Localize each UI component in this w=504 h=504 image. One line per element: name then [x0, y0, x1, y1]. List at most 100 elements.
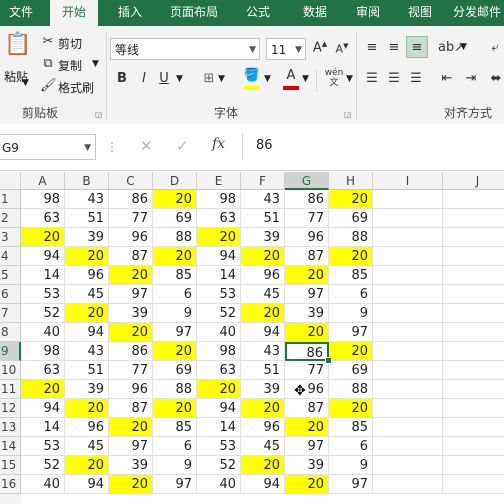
orientation-icon[interactable]: ab↗ — [438, 40, 465, 55]
row-header[interactable]: 14 — [0, 437, 21, 456]
row-header[interactable]: 9 — [0, 342, 21, 361]
cell-D6[interactable]: 6 — [153, 285, 197, 304]
cell-A14[interactable]: 53 — [21, 437, 65, 456]
paste-dropdown-icon[interactable]: ▼ — [22, 78, 29, 88]
cancel-icon[interactable]: ✕ — [140, 137, 153, 155]
row-header[interactable]: 11 — [0, 380, 21, 399]
cell-I2[interactable] — [373, 209, 443, 228]
column-header[interactable]: B — [65, 172, 109, 190]
cell-I10[interactable] — [373, 361, 443, 380]
cell-J11[interactable] — [443, 380, 504, 399]
border-icon[interactable]: ⊞ — [200, 71, 218, 86]
row-header[interactable]: 2 — [0, 209, 21, 228]
cell-G1[interactable]: 86 — [285, 190, 329, 209]
cell-F14[interactable]: 45 — [241, 437, 285, 456]
cell-C7[interactable]: 39 — [109, 304, 153, 323]
cell-F5[interactable]: 96 — [241, 266, 285, 285]
column-header[interactable]: A — [21, 172, 65, 190]
cell-G12[interactable]: 87 — [285, 399, 329, 418]
cell-E6[interactable]: 53 — [197, 285, 241, 304]
cell-E5[interactable]: 14 — [197, 266, 241, 285]
align-middle-icon[interactable]: ≡ — [386, 40, 402, 55]
cell-E7[interactable]: 52 — [197, 304, 241, 323]
name-box[interactable]: G9 ▼ — [0, 134, 96, 160]
cell-E8[interactable]: 40 — [197, 323, 241, 342]
italic-button[interactable]: I — [136, 71, 152, 86]
cell-C10[interactable]: 77 — [109, 361, 153, 380]
cell-I8[interactable] — [373, 323, 443, 342]
cell-D7[interactable]: 9 — [153, 304, 197, 323]
align-left-icon[interactable]: ☰ — [364, 71, 380, 86]
cell-F12[interactable]: 20 — [241, 399, 285, 418]
cell-I3[interactable] — [373, 228, 443, 247]
cell-F7[interactable]: 20 — [241, 304, 285, 323]
cell-D12[interactable]: 20 — [153, 399, 197, 418]
cell-E11[interactable]: 20 — [197, 380, 241, 399]
ribbon-tab[interactable]: 分发邮件 — [450, 0, 504, 26]
column-header[interactable]: E — [197, 172, 241, 190]
fill-color-dropdown-icon[interactable]: ▼ — [264, 74, 271, 84]
copy-dropdown-icon[interactable]: ▼ — [92, 59, 99, 69]
cell-C1[interactable]: 86 — [109, 190, 153, 209]
cell-F1[interactable]: 43 — [241, 190, 285, 209]
cell-E14[interactable]: 53 — [197, 437, 241, 456]
underline-button[interactable]: U — [156, 71, 172, 86]
ribbon-tab[interactable]: 文件 — [0, 0, 42, 26]
orientation-dropdown-icon[interactable]: ▼ — [460, 42, 467, 52]
row-header[interactable]: 12 — [0, 399, 21, 418]
cell-D9[interactable]: 20 — [153, 342, 197, 361]
cell-G16[interactable]: 20 — [285, 475, 329, 494]
cell-C2[interactable]: 77 — [109, 209, 153, 228]
cell-I6[interactable] — [373, 285, 443, 304]
formula-bar-splitter-icon[interactable]: ⋮ — [106, 140, 118, 154]
cell-A5[interactable]: 14 — [21, 266, 65, 285]
cell-H13[interactable]: 85 — [329, 418, 373, 437]
cell-J15[interactable] — [443, 456, 504, 475]
enter-icon[interactable]: ✓ — [176, 137, 189, 155]
cell-G15[interactable]: 39 — [285, 456, 329, 475]
cell-I13[interactable] — [373, 418, 443, 437]
cell-D10[interactable]: 69 — [153, 361, 197, 380]
align-center-icon[interactable]: ☰ — [386, 71, 402, 86]
cell-J4[interactable] — [443, 247, 504, 266]
insert-function-icon[interactable]: fx — [212, 136, 225, 152]
font-name-select[interactable]: 等线 ▼ — [110, 38, 260, 60]
align-top-icon[interactable]: ≡ — [364, 40, 380, 55]
font-color-icon[interactable]: A — [282, 68, 300, 90]
cell-D3[interactable]: 88 — [153, 228, 197, 247]
row-header[interactable]: 3 — [0, 228, 21, 247]
cell-D5[interactable]: 85 — [153, 266, 197, 285]
cell-D11[interactable]: 88 — [153, 380, 197, 399]
phonetic-guide-icon[interactable]: wén 文 — [322, 68, 346, 88]
cell-D1[interactable]: 20 — [153, 190, 197, 209]
format-painter-icon[interactable]: 🖌 — [40, 78, 57, 93]
cell-D4[interactable]: 20 — [153, 247, 197, 266]
cell-C15[interactable]: 39 — [109, 456, 153, 475]
underline-dropdown-icon[interactable]: ▼ — [176, 74, 183, 84]
cell-I5[interactable] — [373, 266, 443, 285]
cut-icon[interactable]: ✂ — [40, 34, 56, 49]
cell-F8[interactable]: 94 — [241, 323, 285, 342]
cell-A10[interactable]: 63 — [21, 361, 65, 380]
cell-F6[interactable]: 45 — [241, 285, 285, 304]
column-header[interactable]: I — [373, 172, 443, 190]
cell-B5[interactable]: 96 — [65, 266, 109, 285]
cell-B12[interactable]: 20 — [65, 399, 109, 418]
phonetic-dropdown-icon[interactable]: ▼ — [346, 74, 353, 84]
cell-J6[interactable] — [443, 285, 504, 304]
cell-G3[interactable]: 96 — [285, 228, 329, 247]
cell-B15[interactable]: 20 — [65, 456, 109, 475]
cell-C9[interactable]: 86 — [109, 342, 153, 361]
cell-C12[interactable]: 87 — [109, 399, 153, 418]
cell-H3[interactable]: 88 — [329, 228, 373, 247]
cell-A12[interactable]: 94 — [21, 399, 65, 418]
fill-handle[interactable] — [325, 357, 332, 364]
cell-B11[interactable]: 39 — [65, 380, 109, 399]
clipboard-launcher-icon[interactable]: ◲ — [95, 110, 103, 119]
cell-F10[interactable]: 51 — [241, 361, 285, 380]
increase-indent-icon[interactable]: ⇥ — [462, 71, 480, 86]
cell-H15[interactable]: 9 — [329, 456, 373, 475]
font-size-select[interactable]: 11 ▼ — [266, 38, 306, 60]
cell-F13[interactable]: 96 — [241, 418, 285, 437]
cell-C8[interactable]: 20 — [109, 323, 153, 342]
